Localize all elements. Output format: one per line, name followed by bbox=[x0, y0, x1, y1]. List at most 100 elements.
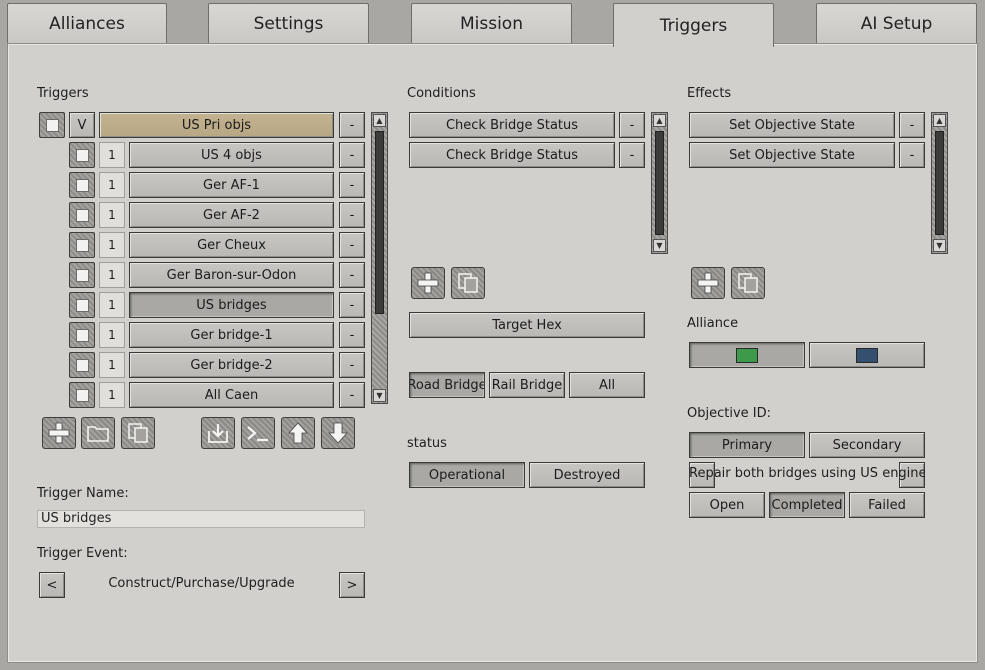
copy-trigger-button[interactable] bbox=[121, 417, 155, 449]
move-up-button[interactable] bbox=[281, 417, 315, 449]
all-bridges-button[interactable]: All bbox=[569, 372, 645, 398]
condition-item[interactable]: Check Bridge Status bbox=[409, 112, 615, 138]
trigger-priority-number[interactable]: 1 bbox=[99, 382, 125, 408]
trigger-checkbox[interactable] bbox=[69, 262, 95, 288]
alliance-blue-button[interactable] bbox=[809, 342, 925, 368]
trigger-priority-number[interactable]: 1 bbox=[99, 232, 125, 258]
add-condition-button[interactable] bbox=[411, 267, 445, 299]
trigger-priority-number[interactable]: 1 bbox=[99, 322, 125, 348]
expand-toggle-button[interactable]: V bbox=[69, 112, 95, 138]
open-state-button[interactable]: Open bbox=[689, 492, 765, 518]
trigger-checkbox[interactable] bbox=[69, 232, 95, 258]
prev-event-button[interactable]: < bbox=[39, 572, 65, 598]
trigger-item-button[interactable]: All Caen bbox=[129, 382, 334, 408]
remove-trigger-button[interactable]: - bbox=[339, 262, 365, 288]
checkbox-box bbox=[75, 388, 89, 402]
import-trigger-button[interactable] bbox=[201, 417, 235, 449]
next-event-button[interactable]: > bbox=[339, 572, 365, 598]
effect-item[interactable]: Set Objective State bbox=[689, 112, 895, 138]
completed-state-button[interactable]: Completed bbox=[769, 492, 845, 518]
alliance-color-swatch bbox=[736, 347, 758, 363]
remove-trigger-button[interactable]: - bbox=[339, 292, 365, 318]
trigger-checkbox[interactable] bbox=[69, 322, 95, 348]
trigger-priority-number[interactable]: 1 bbox=[99, 142, 125, 168]
trigger-item-button[interactable]: Ger AF-2 bbox=[129, 202, 334, 228]
remove-effect-button[interactable]: - bbox=[899, 112, 925, 138]
operational-button[interactable]: Operational bbox=[409, 462, 525, 488]
destroyed-button[interactable]: Destroyed bbox=[529, 462, 645, 488]
add-effect-button[interactable] bbox=[691, 267, 725, 299]
tab-mission[interactable]: Mission bbox=[411, 3, 572, 43]
trigger-checkbox[interactable] bbox=[39, 112, 65, 138]
copy-icon bbox=[128, 423, 148, 443]
trigger-priority-number[interactable]: 1 bbox=[99, 292, 125, 318]
add-trigger-button[interactable] bbox=[42, 417, 76, 449]
remove-trigger-button[interactable]: - bbox=[339, 142, 365, 168]
trigger-checkbox[interactable] bbox=[69, 172, 95, 198]
remove-trigger-button[interactable]: - bbox=[339, 382, 365, 408]
tab-label: AI Setup bbox=[860, 13, 933, 34]
remove-condition-button[interactable]: - bbox=[619, 142, 645, 168]
copy-condition-button[interactable] bbox=[451, 267, 485, 299]
scroll-thumb[interactable] bbox=[935, 131, 944, 235]
console-button[interactable] bbox=[241, 417, 275, 449]
trigger-priority-number[interactable]: 1 bbox=[99, 172, 125, 198]
remove-trigger-button[interactable]: - bbox=[339, 352, 365, 378]
scroll-up-icon[interactable]: ▲ bbox=[373, 114, 386, 127]
trigger-item-button[interactable]: Ger Cheux bbox=[129, 232, 334, 258]
road-bridge-button[interactable]: Road Bridge bbox=[409, 372, 485, 398]
rail-bridge-button[interactable]: Rail Bridge bbox=[489, 372, 565, 398]
copy-icon bbox=[738, 273, 758, 293]
scroll-thumb[interactable] bbox=[375, 131, 384, 314]
tab-triggers[interactable]: Triggers bbox=[613, 3, 774, 47]
trigger-priority-number[interactable]: 1 bbox=[99, 352, 125, 378]
trigger-group-button[interactable]: US Pri objs bbox=[99, 112, 334, 138]
copy-effect-button[interactable] bbox=[731, 267, 765, 299]
primary-objective-button[interactable]: Primary bbox=[689, 432, 805, 458]
alliance-color-swatch bbox=[856, 347, 878, 363]
remove-condition-button[interactable]: - bbox=[619, 112, 645, 138]
remove-trigger-button[interactable]: - bbox=[339, 232, 365, 258]
tab-alliances[interactable]: Alliances bbox=[7, 3, 167, 43]
move-down-button[interactable] bbox=[321, 417, 355, 449]
trigger-checkbox[interactable] bbox=[69, 382, 95, 408]
trigger-checkbox[interactable] bbox=[69, 142, 95, 168]
checkbox-box bbox=[45, 118, 59, 132]
trigger-priority-number[interactable]: 1 bbox=[99, 202, 125, 228]
target-hex-button[interactable]: Target Hex bbox=[409, 312, 645, 338]
remove-trigger-button[interactable]: - bbox=[339, 172, 365, 198]
effects-scrollbar[interactable]: ▲ ▼ bbox=[931, 112, 948, 254]
scroll-up-icon[interactable]: ▲ bbox=[933, 114, 946, 127]
alliance-green-button[interactable] bbox=[689, 342, 805, 368]
conditions-scrollbar[interactable]: ▲ ▼ bbox=[651, 112, 668, 254]
trigger-name-input[interactable]: US bridges bbox=[37, 510, 365, 528]
scroll-thumb[interactable] bbox=[655, 131, 664, 235]
trigger-item-button[interactable]: US bridges bbox=[129, 292, 334, 318]
trigger-item-button[interactable]: Ger Baron-sur-Odon bbox=[129, 262, 334, 288]
trigger-checkbox[interactable] bbox=[69, 292, 95, 318]
secondary-objective-button[interactable]: Secondary bbox=[809, 432, 925, 458]
scroll-down-icon[interactable]: ▼ bbox=[933, 239, 946, 252]
condition-item[interactable]: Check Bridge Status bbox=[409, 142, 615, 168]
trigger-scrollbar[interactable]: ▲ ▼ bbox=[371, 112, 388, 404]
remove-effect-button[interactable]: - bbox=[899, 142, 925, 168]
remove-trigger-button[interactable]: - bbox=[339, 202, 365, 228]
failed-state-button[interactable]: Failed bbox=[849, 492, 925, 518]
scroll-up-icon[interactable]: ▲ bbox=[653, 114, 666, 127]
trigger-item-button[interactable]: Ger bridge-2 bbox=[129, 352, 334, 378]
trigger-checkbox[interactable] bbox=[69, 352, 95, 378]
trigger-item-button[interactable]: US 4 objs bbox=[129, 142, 334, 168]
scroll-down-icon[interactable]: ▼ bbox=[373, 389, 386, 402]
trigger-item-button[interactable]: Ger bridge-1 bbox=[129, 322, 334, 348]
tab-settings[interactable]: Settings bbox=[208, 3, 369, 43]
triggers-title: Triggers bbox=[37, 86, 89, 101]
tab-ai-setup[interactable]: AI Setup bbox=[816, 3, 977, 43]
trigger-checkbox[interactable] bbox=[69, 202, 95, 228]
add-folder-button[interactable] bbox=[81, 417, 115, 449]
effect-item[interactable]: Set Objective State bbox=[689, 142, 895, 168]
scroll-down-icon[interactable]: ▼ bbox=[653, 239, 666, 252]
trigger-priority-number[interactable]: 1 bbox=[99, 262, 125, 288]
remove-trigger-button[interactable]: - bbox=[339, 112, 365, 138]
trigger-item-button[interactable]: Ger AF-1 bbox=[129, 172, 334, 198]
remove-trigger-button[interactable]: - bbox=[339, 322, 365, 348]
